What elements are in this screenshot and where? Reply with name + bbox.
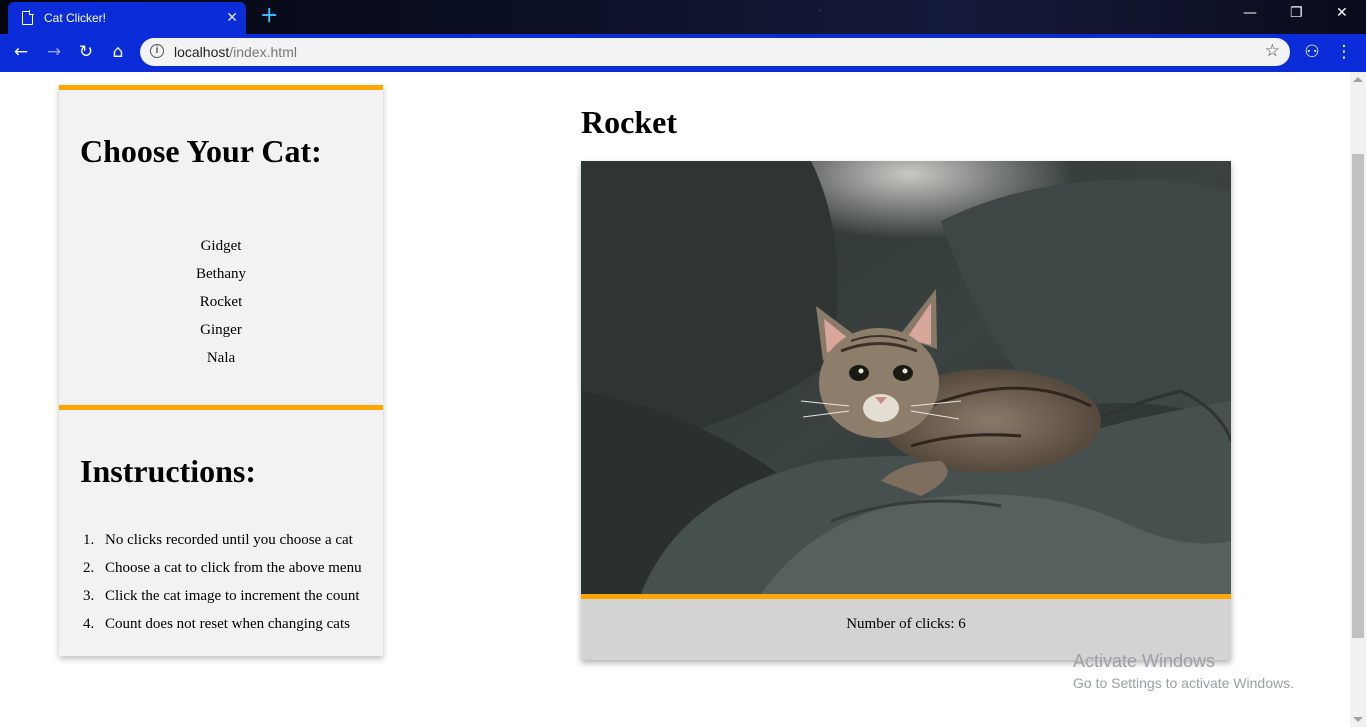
instruction-number: 3.	[83, 588, 95, 604]
scrollbar-thumb[interactable]	[1352, 154, 1364, 638]
cat-item-ginger[interactable]: Ginger	[59, 316, 383, 344]
browser-tabstrip: Cat Clicker! ✕ + — ❐ ✕	[0, 0, 1366, 34]
instruction-number: 2.	[83, 560, 95, 576]
browser-tab[interactable]: Cat Clicker! ✕	[8, 2, 246, 34]
scroll-up-icon[interactable]	[1353, 77, 1363, 82]
address-url[interactable]: localhost/index.html	[174, 44, 297, 60]
page-scrollbar[interactable]	[1350, 72, 1366, 727]
kitten-photo-illustration	[581, 161, 1231, 594]
cat-card: Number of clicks: 6	[581, 161, 1231, 660]
tab-close-icon[interactable]: ✕	[226, 9, 238, 26]
cat-item-bethany[interactable]: Bethany	[59, 260, 383, 288]
instruction-text: Count does not reset when changing cats	[105, 616, 350, 632]
restore-button[interactable]: ❐	[1290, 5, 1303, 21]
url-path: /index.html	[229, 44, 297, 60]
instruction-text: Choose a cat to click from the above men…	[105, 560, 362, 576]
cat-item-gidget[interactable]: Gidget	[59, 232, 383, 260]
address-bar[interactable]: i localhost/index.html ☆	[140, 38, 1290, 66]
instructions-heading: Instructions:	[80, 453, 257, 489]
forward-button[interactable]: →	[43, 41, 65, 63]
page-viewport: Choose Your Cat: Gidget Bethany Rocket G…	[0, 72, 1350, 727]
cat-menu-heading: Choose Your Cat:	[80, 133, 322, 169]
instructions-list: 1. No clicks recorded until you choose a …	[83, 526, 362, 638]
site-info-icon[interactable]: i	[150, 44, 164, 58]
back-button[interactable]: ←	[10, 41, 32, 63]
instruction-item: 1. No clicks recorded until you choose a …	[83, 526, 362, 554]
page-icon	[22, 10, 34, 25]
selected-cat-name: Rocket	[581, 104, 677, 140]
watermark-subtitle: Go to Settings to activate Windows.	[1073, 675, 1294, 691]
cat-image[interactable]	[581, 161, 1231, 594]
activate-windows-watermark: Activate Windows Go to Settings to activ…	[1073, 651, 1294, 691]
minimize-button[interactable]: —	[1243, 5, 1257, 21]
instruction-number: 1.	[83, 532, 95, 548]
watermark-title: Activate Windows	[1073, 651, 1216, 671]
browser-menu-button[interactable]: ⋮	[1333, 41, 1355, 63]
tab-title: Cat Clicker!	[44, 11, 107, 25]
extension-icon[interactable]: ⚇	[1301, 41, 1323, 63]
instruction-number: 4.	[83, 616, 95, 632]
instruction-item: 4. Count does not reset when changing cat…	[83, 610, 362, 638]
cat-item-rocket[interactable]: Rocket	[59, 288, 383, 316]
bookmark-star-icon[interactable]: ☆	[1265, 41, 1280, 61]
cat-menu-panel: Choose Your Cat: Gidget Bethany Rocket G…	[59, 85, 383, 405]
browser-toolbar: ← → ↻ ⌂ i localhost/index.html ☆ ⚇ ⋮	[0, 34, 1366, 70]
cat-item-nala[interactable]: Nala	[59, 344, 383, 372]
click-count-text: Number of clicks: 6	[846, 616, 966, 632]
cat-list: Gidget Bethany Rocket Ginger Nala	[59, 232, 383, 372]
url-host: localhost	[174, 44, 230, 60]
instruction-item: 2. Choose a cat to click from the above m…	[83, 554, 362, 582]
instruction-text: No clicks recorded until you choose a ca…	[105, 532, 353, 548]
instruction-item: 3. Click the cat image to increment the c…	[83, 582, 362, 610]
new-tab-button[interactable]: +	[260, 4, 278, 28]
home-button[interactable]: ⌂	[107, 41, 129, 63]
window-close-button[interactable]: ✕	[1336, 5, 1348, 21]
reload-button[interactable]: ↻	[75, 41, 97, 63]
instructions-panel: Instructions: 1. No clicks recorded until…	[59, 405, 383, 656]
scroll-down-icon[interactable]	[1353, 717, 1363, 722]
instruction-text: Click the cat image to increment the cou…	[105, 588, 360, 604]
